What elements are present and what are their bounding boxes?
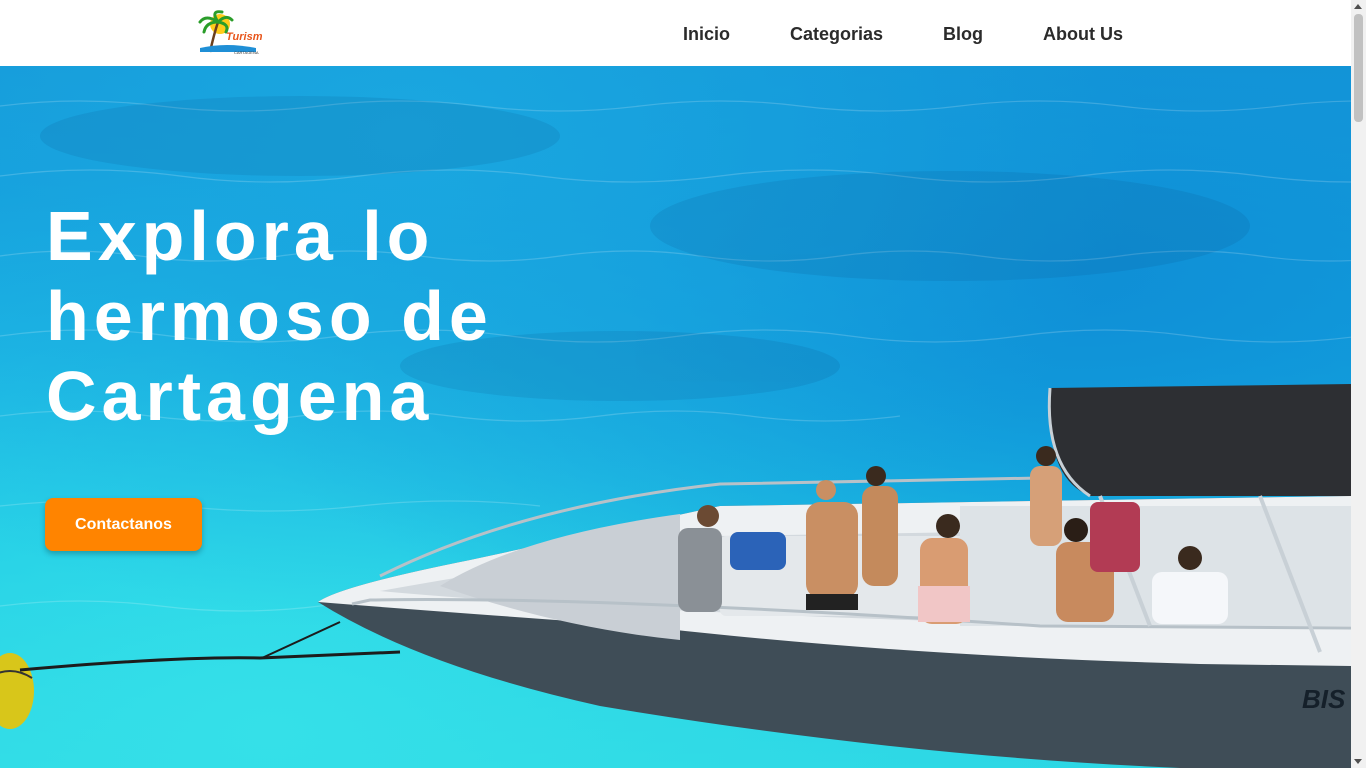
scroll-down-arrow-icon[interactable] [1354,759,1362,764]
nav-link-categorias[interactable]: Categorias [790,24,883,45]
page-scrollbar[interactable] [1351,0,1366,768]
hero-section: BIS Explora lo hermoso de Cartagena Cont… [0,66,1351,768]
palm-logo-icon: Turismo CARTAGENA [198,10,269,55]
site-logo[interactable]: Turismo CARTAGENA [196,8,269,56]
boat-hull-text: BIS [1302,684,1346,714]
hero-headline-line-2: hermoso de [46,277,493,355]
contact-button[interactable]: Contactanos [45,498,202,551]
top-navbar: Turismo CARTAGENA Inicio Categorias Blog… [0,0,1351,66]
svg-text:Turismo: Turismo [226,31,262,43]
scroll-up-arrow-icon[interactable] [1354,4,1362,9]
hero-headline-line-3: Cartagena [46,357,434,435]
page: Turismo CARTAGENA Inicio Categorias Blog… [0,0,1351,768]
nav-link-about-us[interactable]: About Us [1043,24,1123,45]
hero-headline-line-1: Explora lo [46,197,435,275]
nav-link-inicio[interactable]: Inicio [683,24,730,45]
hero-headline: Explora lo hermoso de Cartagena [46,196,566,436]
nav-link-blog[interactable]: Blog [943,24,983,45]
svg-text:CARTAGENA: CARTAGENA [234,50,259,55]
scrollbar-thumb[interactable] [1354,14,1363,122]
